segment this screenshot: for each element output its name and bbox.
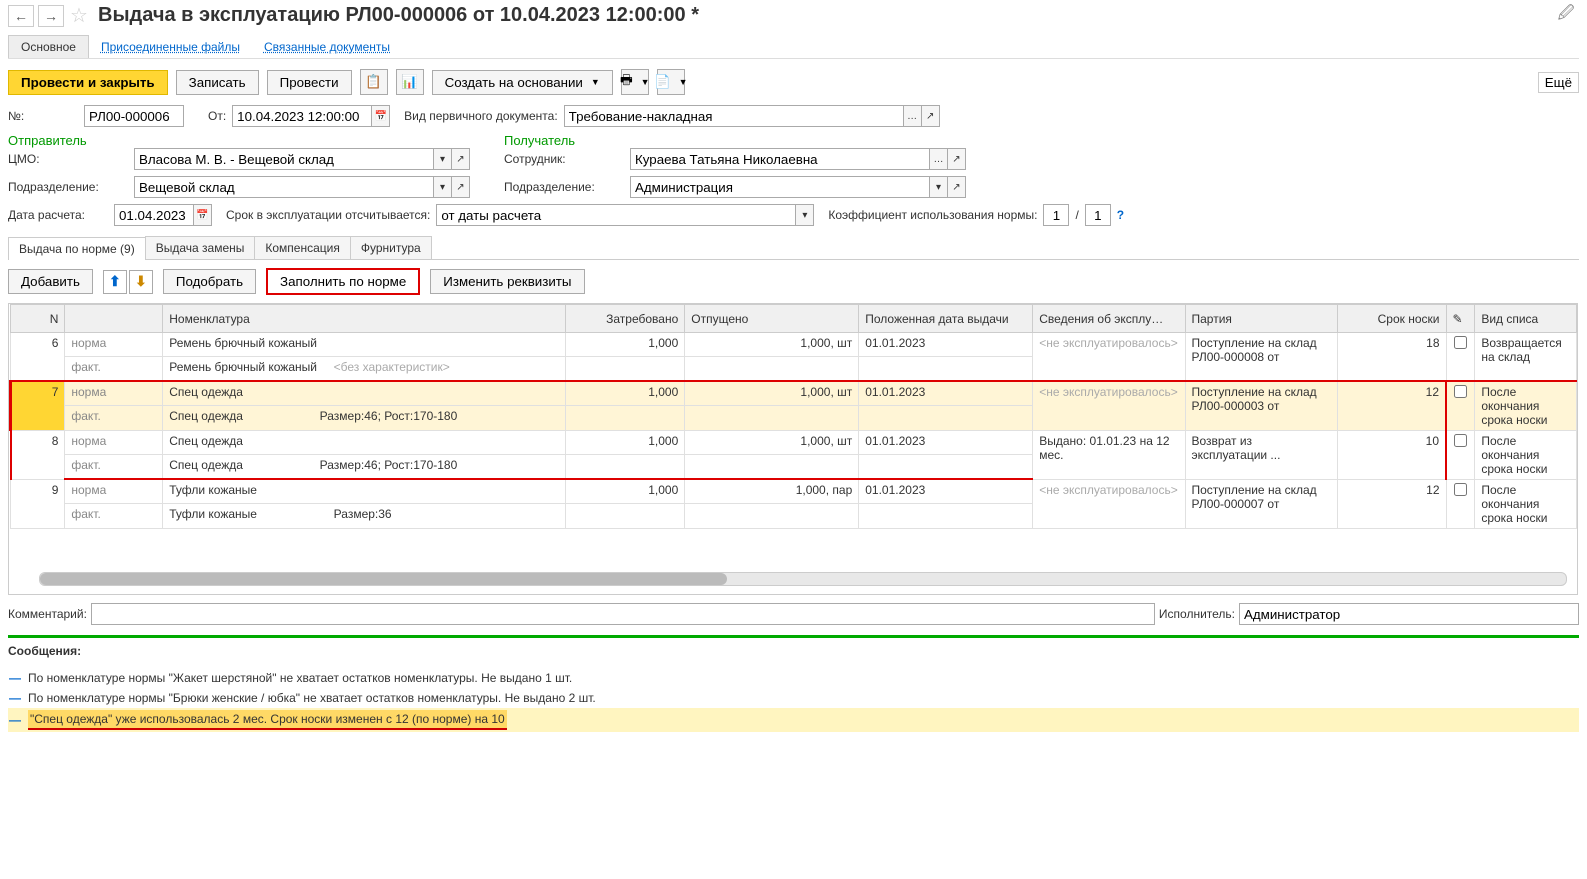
dept-recv-input[interactable] xyxy=(630,176,930,198)
structure-icon-button[interactable]: 📋 xyxy=(360,69,388,95)
message-item[interactable]: — По номенклатуре нормы "Жакет шерстяной… xyxy=(8,668,1579,688)
row-checkbox[interactable] xyxy=(1454,483,1467,496)
from-label: От: xyxy=(208,109,226,123)
term-label: Срок в эксплуатации отсчитывается: xyxy=(226,208,430,222)
col-due-date[interactable]: Положенная дата выдачи xyxy=(859,305,1033,333)
dept-send-dropdown-icon[interactable]: ▾ xyxy=(434,176,452,198)
col-requested[interactable]: Затребовано xyxy=(565,305,685,333)
save-button[interactable]: Записать xyxy=(176,70,259,95)
tab-compensation[interactable]: Компенсация xyxy=(254,236,350,259)
coef-label: Коэффициент использования нормы: xyxy=(828,208,1037,222)
dept-recv-label: Подразделение: xyxy=(504,180,624,194)
calc-date-label: Дата расчета: xyxy=(8,208,108,222)
comment-label: Комментарий: xyxy=(8,607,87,621)
message-item[interactable]: — По номенклатуре нормы "Брюки женские /… xyxy=(8,688,1579,708)
executor-input[interactable] xyxy=(1239,603,1579,625)
term-dropdown-icon[interactable]: ▾ xyxy=(796,204,814,226)
open-icon[interactable]: ↗ xyxy=(922,105,940,127)
post-and-close-button[interactable]: Провести и закрыть xyxy=(8,70,168,95)
page-title: Выдача в эксплуатацию РЛ00-000006 от 10.… xyxy=(98,4,699,27)
nav-back-button[interactable]: ← xyxy=(8,5,34,27)
col-checkbox[interactable]: ✎ xyxy=(1446,305,1475,333)
receiver-section-title: Получатель xyxy=(504,133,980,148)
col-wear-period[interactable]: Срок носки xyxy=(1337,305,1446,333)
coef-denom-input[interactable] xyxy=(1085,204,1111,226)
message-item[interactable]: — "Спец одежда" уже использовалась 2 мес… xyxy=(8,708,1579,732)
cmo-dropdown-icon[interactable]: ▾ xyxy=(434,148,452,170)
col-nomenclature[interactable]: Номенклатура xyxy=(163,305,565,333)
calendar-icon[interactable]: 📅 xyxy=(372,105,390,127)
primary-doc-input[interactable] xyxy=(564,105,904,127)
dash-icon: — xyxy=(8,671,22,685)
nav-forward-button[interactable]: → xyxy=(38,5,64,27)
post-button[interactable]: Провести xyxy=(267,70,352,95)
table-row[interactable]: 6 норма Ремень брючный кожаный 1,000 1,0… xyxy=(11,333,1577,357)
row-checkbox[interactable] xyxy=(1454,336,1467,349)
cmo-open-icon[interactable]: ↗ xyxy=(452,148,470,170)
dept-recv-dropdown-icon[interactable]: ▾ xyxy=(930,176,948,198)
primary-doc-label: Вид первичного документа: xyxy=(404,109,558,123)
employee-open-icon[interactable]: ↗ xyxy=(948,148,966,170)
table-row[interactable]: 7 норма Спец одежда 1,000 1,000, шт 01.0… xyxy=(11,381,1577,406)
messages-title: Сообщения: xyxy=(8,644,1579,658)
items-table: N Номенклатура Затребовано Отпущено Поло… xyxy=(8,303,1578,595)
paperclip-icon[interactable]: 🖉 xyxy=(1553,5,1579,27)
employee-label: Сотрудник: xyxy=(504,152,624,166)
print-button[interactable]: 🖶▼ xyxy=(621,69,649,95)
tab-attached-files[interactable]: Присоединенные файлы xyxy=(89,36,252,58)
employee-input[interactable] xyxy=(630,148,930,170)
move-down-button[interactable]: ⬇ xyxy=(129,270,153,294)
fill-by-norm-button[interactable]: Заполнить по норме xyxy=(266,268,420,295)
col-n[interactable]: N xyxy=(11,305,65,333)
create-based-button[interactable]: Создать на основании▼ xyxy=(432,70,613,95)
calc-date-input[interactable] xyxy=(114,204,194,226)
horizontal-scrollbar[interactable] xyxy=(39,572,1567,586)
more-button[interactable]: Ещё xyxy=(1538,72,1579,93)
dash-icon: — xyxy=(8,713,22,727)
sender-section-title: Отправитель xyxy=(8,133,484,148)
select-button[interactable]: Подобрать xyxy=(163,269,256,294)
col-batch[interactable]: Партия xyxy=(1185,305,1337,333)
help-icon[interactable]: ? xyxy=(1117,208,1124,222)
coef-slash: / xyxy=(1075,208,1078,222)
tab-furniture[interactable]: Фурнитура xyxy=(350,236,432,259)
cmo-label: ЦМО: xyxy=(8,152,128,166)
date-input[interactable] xyxy=(232,105,372,127)
export-button[interactable]: 📄▼ xyxy=(657,69,685,95)
comment-input[interactable] xyxy=(91,603,1155,625)
select-icon[interactable]: … xyxy=(904,105,922,127)
col-writeoff[interactable]: Вид списа xyxy=(1475,305,1577,333)
move-up-button[interactable]: ⬆ xyxy=(103,270,127,294)
favorite-star-icon[interactable]: ☆ xyxy=(68,5,90,27)
cmo-input[interactable] xyxy=(134,148,434,170)
coef-num-input[interactable] xyxy=(1043,204,1069,226)
table-row[interactable]: 8 норма Спец одежда 1,000 1,000, шт 01.0… xyxy=(11,430,1577,455)
employee-select-icon[interactable]: … xyxy=(930,148,948,170)
calc-date-calendar-icon[interactable]: 📅 xyxy=(194,204,212,226)
dept-send-input[interactable] xyxy=(134,176,434,198)
tab-by-norm[interactable]: Выдача по норме (9) xyxy=(8,237,146,260)
divider xyxy=(8,635,1579,638)
dept-recv-open-icon[interactable]: ↗ xyxy=(948,176,966,198)
row-checkbox[interactable] xyxy=(1454,434,1467,447)
col-released[interactable]: Отпущено xyxy=(685,305,859,333)
change-props-button[interactable]: Изменить реквизиты xyxy=(430,269,584,294)
tab-main[interactable]: Основное xyxy=(8,35,89,58)
chart-icon-button[interactable]: 📊 xyxy=(396,69,424,95)
add-button[interactable]: Добавить xyxy=(8,269,93,294)
number-label: №: xyxy=(8,109,78,123)
tab-replace[interactable]: Выдача замены xyxy=(145,236,256,259)
dept-send-open-icon[interactable]: ↗ xyxy=(452,176,470,198)
number-input[interactable] xyxy=(84,105,184,127)
term-input[interactable] xyxy=(436,204,796,226)
col-usage-info[interactable]: Сведения об эксплу… xyxy=(1033,305,1185,333)
table-row[interactable]: 9 норма Туфли кожаные 1,000 1,000, пар 0… xyxy=(11,479,1577,504)
executor-label: Исполнитель: xyxy=(1159,607,1235,621)
row-checkbox[interactable] xyxy=(1454,385,1467,398)
dash-icon: — xyxy=(8,691,22,705)
dept-send-label: Подразделение: xyxy=(8,180,128,194)
tab-linked-docs[interactable]: Связанные документы xyxy=(252,36,402,58)
